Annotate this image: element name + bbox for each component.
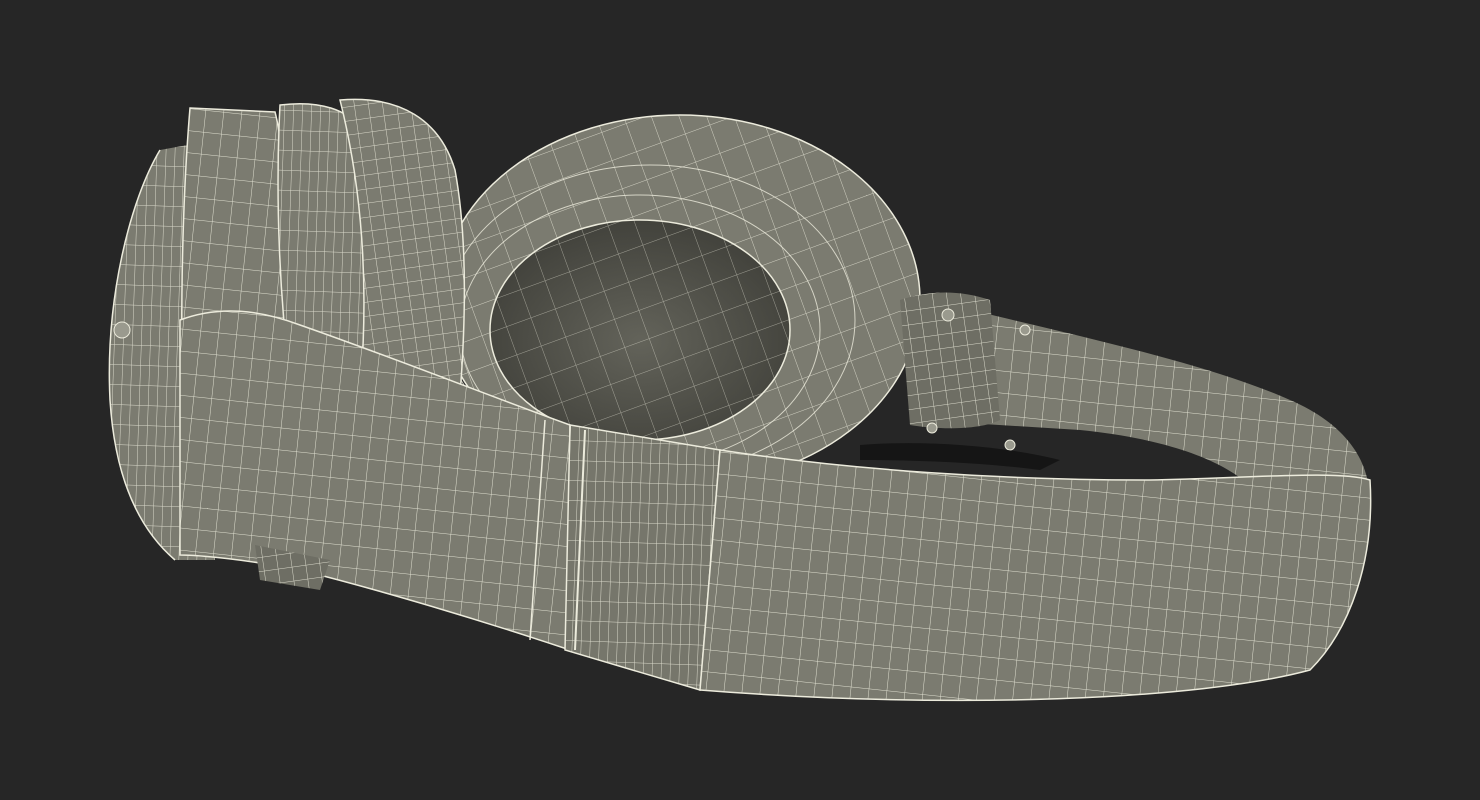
render-viewport (0, 0, 1480, 800)
headphones-model (108, 98, 1372, 702)
band-shadow-gap (860, 443, 1060, 470)
headband-front-right (699, 449, 1372, 702)
